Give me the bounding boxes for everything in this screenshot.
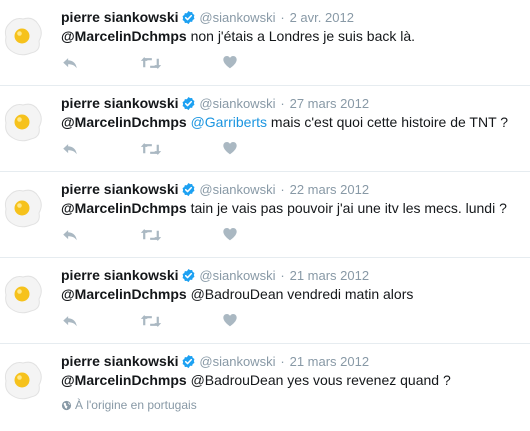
translate-text: À l'origine en portugais xyxy=(75,398,197,412)
author-name[interactable]: pierre siankowski xyxy=(61,181,179,197)
separator: · xyxy=(280,96,285,111)
tweet-body: @BadrouDean yes vous revenez quand ? xyxy=(186,372,451,388)
tweet-body: non j'étais a Londres je suis back là. xyxy=(186,28,416,44)
tweet-item[interactable]: pierre siankowski @siankowski · 2 avr. 2… xyxy=(0,0,530,86)
separator: · xyxy=(280,354,285,369)
tweet-body: @BadrouDean vendredi matin alors xyxy=(186,286,414,302)
tweet-text: @MarcelinDchmps tain je vais pas pouvoir… xyxy=(61,199,507,217)
tweet-item[interactable]: pierre siankowski @siankowski · 22 mars … xyxy=(0,172,530,258)
reply-mention-link[interactable]: @MarcelinDchmps xyxy=(61,28,187,44)
avatar[interactable] xyxy=(1,358,45,402)
avatar[interactable] xyxy=(1,186,45,230)
avatar[interactable] xyxy=(1,272,45,316)
author-handle[interactable]: @siankowski xyxy=(199,354,275,369)
reply-mention-link[interactable]: @MarcelinDchmps xyxy=(61,200,187,216)
reply-mention-link[interactable]: @MarcelinDchmps xyxy=(61,286,187,302)
author-handle[interactable]: @siankowski xyxy=(199,10,275,25)
tweet-body: mais c'est quoi cette histoire de TNT ? xyxy=(267,114,509,130)
mention-link[interactable]: @Garriberts xyxy=(187,114,267,130)
separator: · xyxy=(280,268,285,283)
author-name[interactable]: pierre siankowski xyxy=(61,9,179,25)
tweet-item[interactable]: pierre siankowski @siankowski · 21 mars … xyxy=(0,258,530,344)
retweet-icon[interactable] xyxy=(140,312,162,335)
retweet-icon[interactable] xyxy=(140,140,162,163)
tweet-text: @MarcelinDchmps @Garriberts mais c'est q… xyxy=(61,113,508,131)
avatar[interactable] xyxy=(1,14,45,58)
reply-icon[interactable] xyxy=(61,140,79,163)
author-handle[interactable]: @siankowski xyxy=(199,96,275,111)
tweet-date[interactable]: 22 mars 2012 xyxy=(290,182,370,197)
reply-mention-link[interactable]: @MarcelinDchmps xyxy=(61,372,187,388)
reply-mention-link[interactable]: @MarcelinDchmps xyxy=(61,114,187,130)
heart-icon[interactable] xyxy=(222,140,238,161)
tweet-body: tain je vais pas pouvoir j'ai une itv le… xyxy=(186,200,507,216)
tweet-text: @MarcelinDchmps non j'étais a Londres je… xyxy=(61,27,415,45)
tweet-item[interactable]: pierre siankowski @siankowski · 21 mars … xyxy=(0,344,530,431)
author-handle[interactable]: @siankowski xyxy=(199,182,275,197)
author-name[interactable]: pierre siankowski xyxy=(61,95,179,111)
tweet-text: @MarcelinDchmps @BadrouDean yes vous rev… xyxy=(61,371,451,389)
tweet-date[interactable]: 21 mars 2012 xyxy=(290,268,370,283)
tweet-date[interactable]: 2 avr. 2012 xyxy=(290,10,354,25)
retweet-icon[interactable] xyxy=(140,226,162,249)
separator: · xyxy=(280,182,285,197)
tweet-date[interactable]: 21 mars 2012 xyxy=(290,354,370,369)
author-name[interactable]: pierre siankowski xyxy=(61,353,179,369)
heart-icon[interactable] xyxy=(222,312,238,333)
heart-icon[interactable] xyxy=(222,226,238,247)
separator: · xyxy=(280,10,285,25)
globe-icon xyxy=(61,398,75,412)
reply-icon[interactable] xyxy=(61,226,79,249)
tweet-timeline: pierre siankowski @siankowski · 2 avr. 2… xyxy=(0,0,530,431)
avatar[interactable] xyxy=(1,100,45,144)
retweet-icon[interactable] xyxy=(140,54,162,77)
reply-icon[interactable] xyxy=(61,312,79,335)
translate-link[interactable]: À l'origine en portugais xyxy=(61,398,197,412)
author-name[interactable]: pierre siankowski xyxy=(61,267,179,283)
tweet-text: @MarcelinDchmps @BadrouDean vendredi mat… xyxy=(61,285,413,303)
tweet-date[interactable]: 27 mars 2012 xyxy=(290,96,370,111)
tweet-item[interactable]: pierre siankowski @siankowski · 27 mars … xyxy=(0,86,530,172)
reply-icon[interactable] xyxy=(61,54,79,77)
heart-icon[interactable] xyxy=(222,54,238,75)
author-handle[interactable]: @siankowski xyxy=(199,268,275,283)
